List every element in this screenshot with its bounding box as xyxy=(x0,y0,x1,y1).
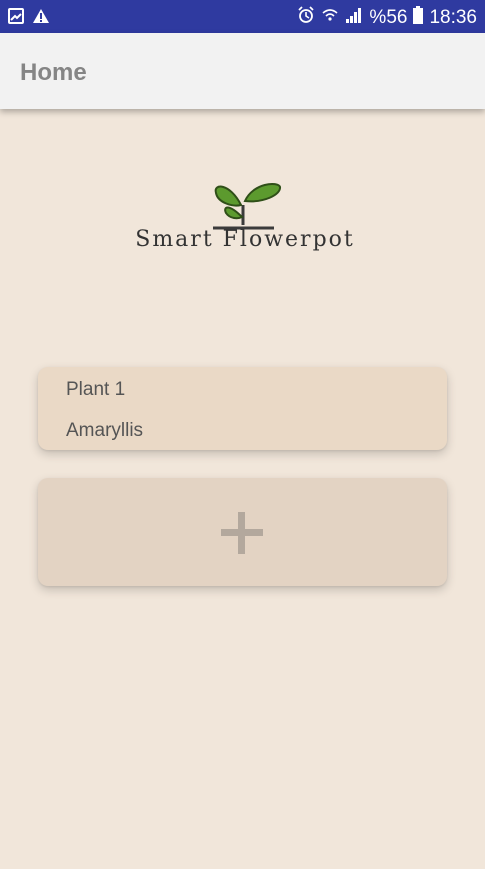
signal-icon xyxy=(345,6,363,30)
sprout-icon xyxy=(213,183,281,230)
plus-icon xyxy=(221,512,263,554)
gallery-icon xyxy=(8,8,24,29)
app-bar: Home xyxy=(0,33,485,109)
warning-icon xyxy=(32,8,50,29)
page-title: Home xyxy=(20,59,87,86)
battery-icon xyxy=(413,6,424,30)
clock: 18:36 xyxy=(429,7,477,28)
alarm-icon xyxy=(297,6,315,30)
status-bar: %56 18:36 xyxy=(0,0,485,33)
logo-text: Smart Flowerpot xyxy=(135,227,355,252)
plant-name: Plant 1 xyxy=(66,379,126,400)
battery-text: %56 xyxy=(369,7,408,28)
wifi-icon xyxy=(321,6,339,30)
smart-flowerpot-logo: Smart Flowerpot xyxy=(78,175,408,270)
add-plant-button[interactable] xyxy=(38,478,447,586)
plant-species: Amaryllis xyxy=(66,420,144,441)
plant-card[interactable]: Plant 1 Amaryllis xyxy=(38,367,447,450)
